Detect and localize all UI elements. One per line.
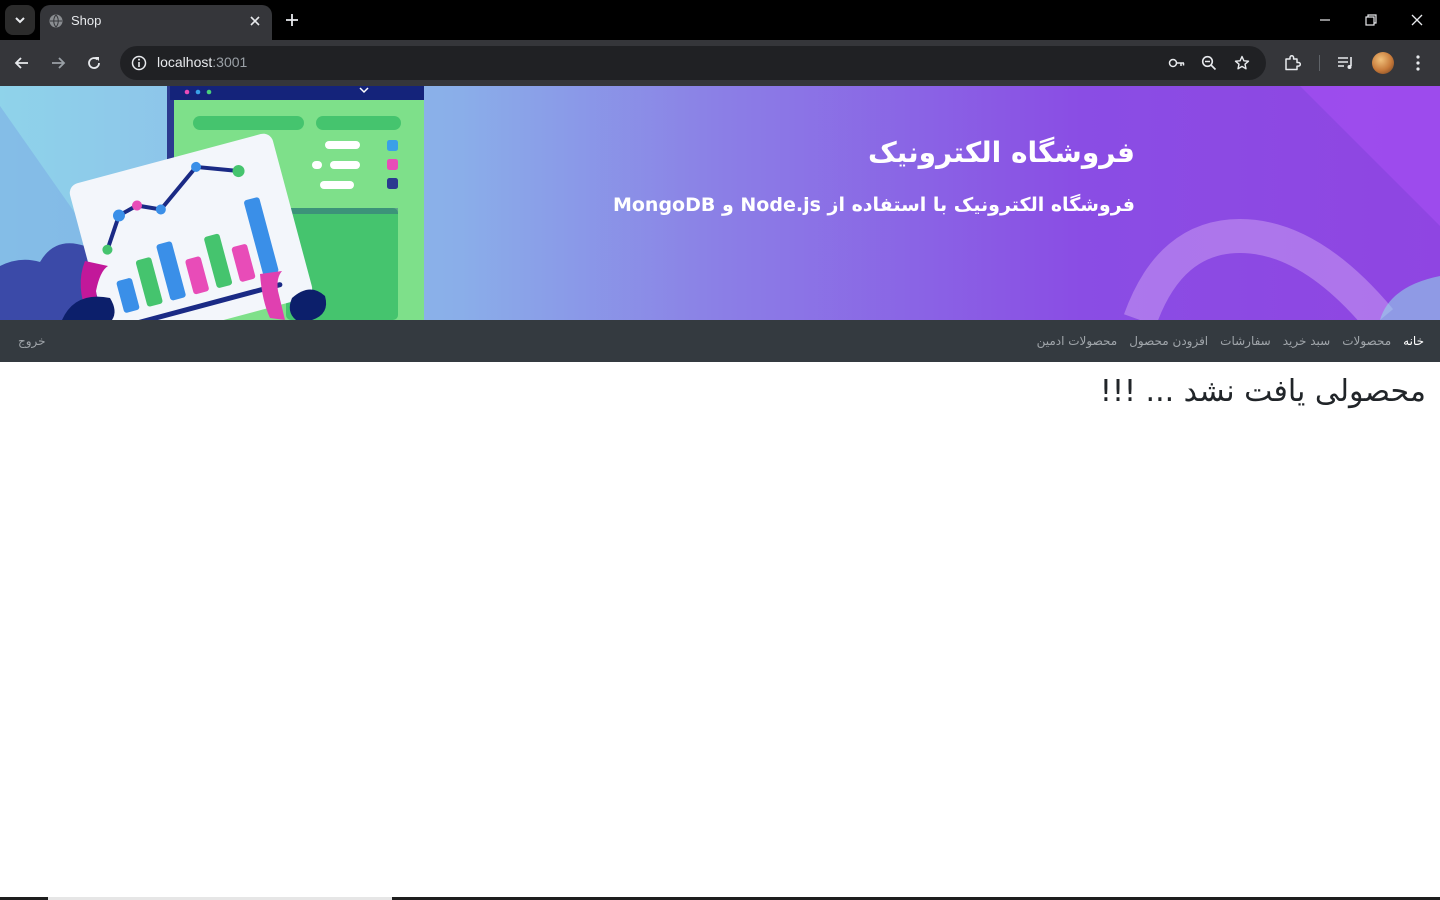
url-host: localhost [157, 54, 213, 70]
hero-subtitle: فروشگاه الکترونیک با استفاده از Node.js … [612, 194, 1135, 216]
reload-icon [88, 57, 100, 69]
browser-tabstrip: Shop [0, 0, 1440, 40]
logout-link[interactable]: خروج [18, 334, 46, 348]
site-info-icon [131, 55, 147, 71]
browser-menu-button[interactable] [1403, 48, 1433, 78]
forward-arrow-icon [52, 57, 66, 69]
browser-tab[interactable]: Shop [40, 5, 272, 40]
nav-links: خانه محصولات سبد خرید سفارشات افزودن محص… [1037, 320, 1424, 362]
empty-products-message: محصولی یافت نشد ... !!! [1099, 374, 1426, 409]
nav-link-add-product[interactable]: افزودن محصول [1129, 334, 1208, 348]
star-icon [1234, 55, 1250, 70]
nav-link-home[interactable]: خانه [1403, 334, 1424, 348]
nav-link-admin-products[interactable]: محصولات ادمین [1037, 334, 1118, 348]
more-vert-icon [1416, 55, 1420, 71]
restore-button[interactable] [1348, 0, 1394, 40]
back-arrow-icon [14, 57, 28, 69]
close-icon [250, 16, 260, 26]
forward-button[interactable] [43, 48, 73, 78]
reload-button[interactable] [79, 48, 109, 78]
window-close-icon [1411, 14, 1423, 26]
nav-link-products[interactable]: محصولات [1342, 334, 1391, 348]
key-icon [1168, 58, 1185, 68]
tab-title: Shop [71, 13, 102, 28]
url-text: localhost:3001 [157, 54, 247, 70]
browser-toolbar: localhost:3001 [0, 40, 1440, 86]
media-icon [1338, 57, 1352, 69]
restore-icon [1365, 14, 1377, 26]
url-port: :3001 [212, 54, 248, 70]
media-controls-button[interactable] [1331, 48, 1361, 78]
hero-banner: فروشگاه الکترونیک فروشگاه الکترونیک با ا… [0, 86, 1440, 320]
password-manager-button[interactable] [1166, 52, 1188, 74]
hero-title: فروشگاه الکترونیک [867, 136, 1135, 169]
nav-link-orders[interactable]: سفارشات [1220, 334, 1271, 348]
new-tab-button[interactable] [280, 8, 304, 32]
extensions-icon [1285, 54, 1301, 71]
tab-close-button[interactable] [245, 11, 265, 31]
minimize-button[interactable] [1302, 0, 1348, 40]
analytics-illustration [0, 86, 424, 320]
toolbar-separator [1319, 55, 1320, 71]
bookmark-button[interactable] [1231, 52, 1253, 74]
address-bar[interactable]: localhost:3001 [120, 46, 1266, 80]
zoom-button[interactable] [1198, 52, 1220, 74]
globe-icon [49, 14, 63, 28]
tab-search-button[interactable] [5, 5, 35, 35]
site-info-button[interactable] [128, 52, 150, 74]
main-navbar: خانه محصولات سبد خرید سفارشات افزودن محص… [0, 320, 1440, 362]
plus-icon [286, 14, 298, 26]
zoom-out-icon [1201, 55, 1217, 71]
extensions-button[interactable] [1277, 48, 1307, 78]
profile-avatar[interactable] [1372, 52, 1394, 74]
chevron-down-icon [15, 17, 25, 24]
nav-link-cart[interactable]: سبد خرید [1283, 334, 1330, 348]
window-close-button[interactable] [1394, 0, 1440, 40]
minimize-icon [1320, 19, 1330, 21]
back-button[interactable] [7, 48, 37, 78]
